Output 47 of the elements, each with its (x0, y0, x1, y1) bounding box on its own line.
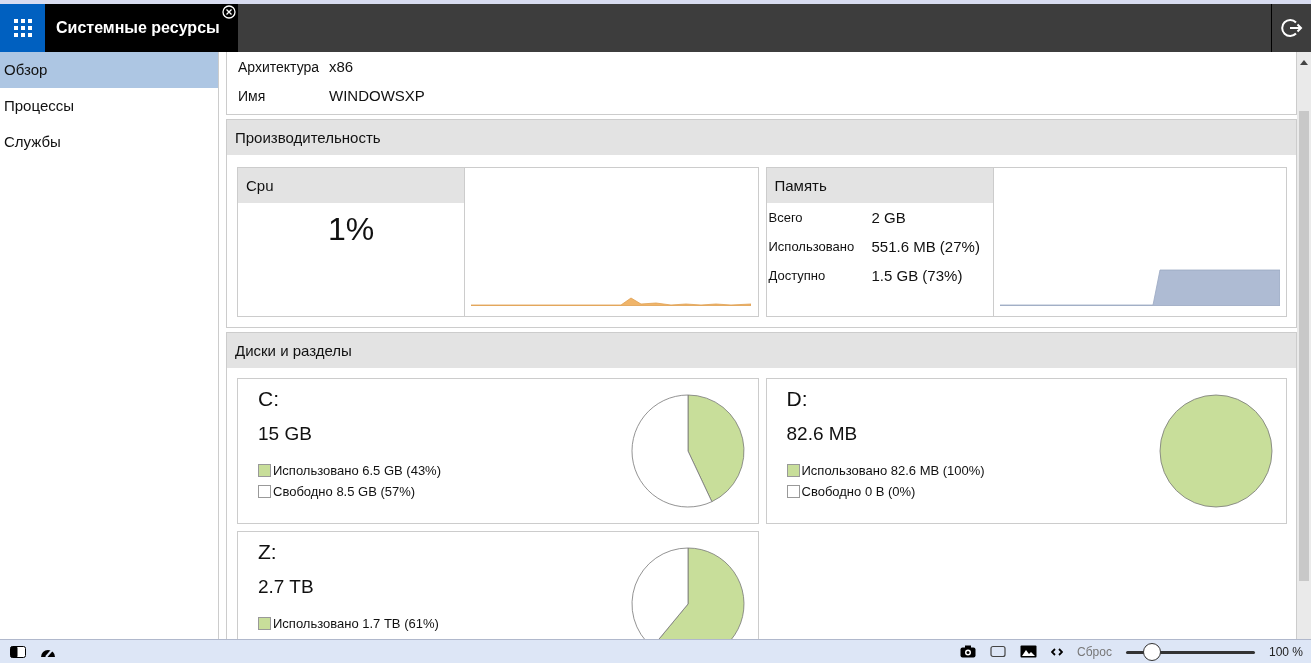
drive-size: 2.7 TB (258, 576, 315, 598)
drive-letter: C: (258, 387, 280, 411)
code-icon[interactable] (1051, 646, 1064, 657)
scrollbar[interactable] (1297, 52, 1311, 639)
sign-out-icon (1280, 17, 1303, 39)
scroll-thumb[interactable] (1299, 111, 1309, 581)
memory-label: Всего (768, 210, 804, 225)
card-header: Память (766, 168, 993, 203)
sidebar-item[interactable]: Обзор (0, 52, 218, 88)
info-label: Имя (238, 87, 267, 104)
image-icon[interactable] (1020, 645, 1038, 658)
cpu-usage-value: 1% (326, 211, 376, 248)
info-value: x86 (329, 58, 354, 75)
section-header: Производительность (227, 120, 1296, 155)
memory-value: 2 GB (871, 209, 906, 226)
memory-value: 551.6 MB (27%) (871, 238, 980, 255)
close-icon[interactable] (222, 5, 236, 19)
drive-letter: Z: (258, 540, 278, 564)
app-launcher-button[interactable] (0, 4, 45, 52)
legend-label: Использовано 1.7 TB (61%) (273, 616, 439, 631)
info-value: WINDOWSXP (329, 87, 425, 104)
info-label: Архитектура (238, 58, 321, 75)
zoom-slider[interactable] (1125, 642, 1255, 661)
reset-zoom-link[interactable]: Сброс (1077, 644, 1112, 659)
app-tab[interactable]: Системные ресурсы (45, 4, 238, 52)
panel-toggle-icon[interactable] (10, 645, 26, 658)
zoom-slider-thumb[interactable] (1142, 642, 1161, 661)
grid-icon (13, 19, 32, 37)
legend-label: Свободно 8.5 GB (57%) (273, 484, 416, 499)
legend-label: Свободно 0 B (0%) (801, 484, 916, 499)
section-header: Диски и разделы (227, 333, 1296, 368)
sidebar-item[interactable]: Службы (0, 124, 218, 160)
memory-value: 1.5 GB (73%) (871, 267, 963, 284)
memory-label: Доступно (768, 268, 827, 283)
app-title: Системные ресурсы (56, 19, 220, 37)
sidebar-item[interactable]: Процессы (0, 88, 218, 124)
legend-label: Использовано 6.5 GB (43%) (273, 463, 441, 478)
memory-label: Использовано (768, 239, 856, 254)
zoom-level: 100 % (1268, 644, 1303, 659)
legend-label: Использовано 82.6 MB (100%) (801, 463, 985, 478)
drive-size: 82.6 MB (786, 423, 859, 445)
rectangle-icon[interactable] (990, 645, 1007, 658)
card-header: Cpu (238, 168, 464, 203)
camera-icon[interactable] (960, 645, 977, 658)
drive-size: 15 GB (258, 423, 313, 445)
scroll-up-icon[interactable] (1300, 60, 1308, 65)
drive-letter: D: (786, 387, 809, 411)
